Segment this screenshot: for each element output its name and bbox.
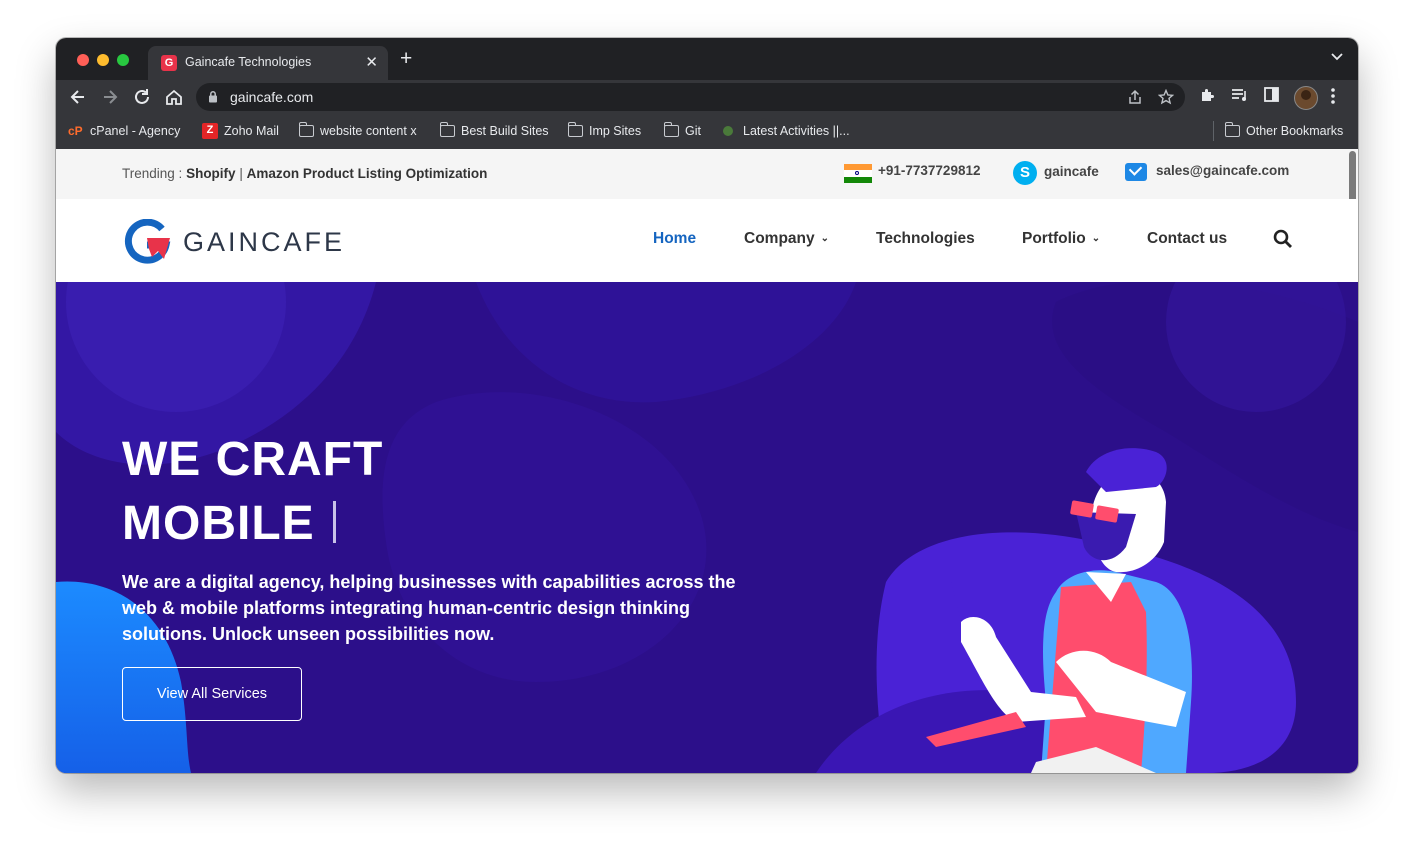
phone-contact[interactable]: +91-7737729812 xyxy=(844,163,981,183)
bookmark-label: website content x xyxy=(320,124,417,138)
main-navigation: GAINCAFE Home Company ⌄ Technologies Port… xyxy=(56,199,1358,282)
top-info-bar: Trending : Shopify | Amazon Product List… xyxy=(56,149,1358,203)
bookmark-label: Git xyxy=(685,124,701,138)
bookmarks-bar: cP cPanel - Agency Z Zoho Mail website c… xyxy=(56,114,1358,150)
folder-icon xyxy=(663,122,679,137)
tab-title: Gaincafe Technologies xyxy=(185,55,312,69)
folder-icon xyxy=(439,122,455,137)
profile-avatar[interactable] xyxy=(1294,86,1318,110)
more-menu-icon[interactable] xyxy=(1330,87,1336,105)
hero-heading-line-2: MOBILE xyxy=(122,496,336,551)
url-text: gaincafe.com xyxy=(230,89,314,105)
minimize-window-button[interactable] xyxy=(97,54,109,66)
media-queue-icon[interactable] xyxy=(1231,87,1249,103)
trending-line: Trending : Shopify | Amazon Product List… xyxy=(122,166,487,181)
bookmark-folder-imp-sites[interactable]: Imp Sites xyxy=(567,122,642,139)
mail-icon xyxy=(1125,163,1147,181)
tab-bar: G Gaincafe Technologies ✕ + xyxy=(56,38,1358,80)
star-bookmark-icon[interactable] xyxy=(1158,89,1174,105)
email-address: sales@gaincafe.com xyxy=(1156,162,1290,178)
other-bookmarks[interactable]: Other Bookmarks xyxy=(1224,122,1344,139)
bookmark-label: Best Build Sites xyxy=(461,124,549,138)
bookmark-label: Imp Sites xyxy=(589,124,642,138)
new-tab-button[interactable]: + xyxy=(400,48,412,69)
bookmark-folder-website-content[interactable]: website content x xyxy=(298,122,417,139)
home-icon[interactable] xyxy=(164,87,184,107)
nav-company[interactable]: Company ⌄ xyxy=(744,230,829,248)
bookmark-folder-git[interactable]: Git xyxy=(663,122,701,139)
trending-link-shopify[interactable]: Shopify xyxy=(186,166,236,181)
tab-search-chevron-icon[interactable] xyxy=(1330,52,1344,62)
close-window-button[interactable] xyxy=(77,54,89,66)
trending-label: Trending : xyxy=(122,166,183,181)
site-icon xyxy=(721,124,737,138)
folder-icon xyxy=(298,122,314,137)
hero-heading-line-1: WE CRAFT xyxy=(122,433,384,486)
typing-cursor xyxy=(332,501,336,543)
trending-separator: | xyxy=(239,166,243,181)
cpanel-icon: cP xyxy=(68,124,83,138)
tab-close-icon[interactable]: ✕ xyxy=(365,53,378,71)
nav-company-label: Company xyxy=(744,230,815,247)
share-icon[interactable] xyxy=(1128,89,1142,105)
folder-icon xyxy=(567,122,583,137)
gaincafe-logo[interactable]: GAINCAFE xyxy=(122,219,345,265)
nav-technologies[interactable]: Technologies xyxy=(876,230,975,248)
gaincafe-favicon-icon: G xyxy=(161,55,177,71)
bookmark-zoho-mail[interactable]: Z Zoho Mail xyxy=(202,123,279,139)
bookmark-label: Latest Activities ||... xyxy=(743,124,850,138)
back-arrow-icon[interactable] xyxy=(68,87,88,107)
skype-icon: S xyxy=(1013,161,1037,185)
browser-toolbar: gaincafe.com xyxy=(56,80,1358,114)
email-contact[interactable]: sales@gaincafe.com xyxy=(1125,163,1289,181)
bookmarks-divider xyxy=(1213,121,1214,141)
bookmark-cpanel[interactable]: cP cPanel - Agency xyxy=(68,123,180,139)
logo-wordmark: GAINCAFE xyxy=(183,226,346,257)
bookmark-latest-activities[interactable]: Latest Activities ||... xyxy=(721,123,850,139)
chevron-down-icon: ⌄ xyxy=(1091,233,1101,244)
phone-number: +91-7737729812 xyxy=(878,163,981,178)
skype-contact[interactable]: S gaincafe xyxy=(1013,161,1099,185)
page-scrollbar[interactable] xyxy=(1349,151,1356,203)
trending-link-amazon[interactable]: Amazon Product Listing Optimization xyxy=(247,166,488,181)
lock-icon[interactable] xyxy=(208,90,218,103)
search-icon[interactable] xyxy=(1273,229,1293,249)
side-panel-icon[interactable] xyxy=(1264,87,1279,102)
skype-id: gaincafe xyxy=(1044,163,1099,179)
zoho-icon: Z xyxy=(202,123,218,139)
forward-arrow-icon[interactable] xyxy=(100,87,120,107)
browser-tab[interactable]: G Gaincafe Technologies ✕ xyxy=(148,46,388,80)
folder-icon xyxy=(1224,122,1240,137)
bookmark-folder-best-build-sites[interactable]: Best Build Sites xyxy=(439,122,549,139)
address-bar[interactable]: gaincafe.com xyxy=(196,83,1185,111)
bookmark-label: cPanel - Agency xyxy=(90,124,181,138)
view-all-services-button[interactable]: View All Services xyxy=(122,667,302,721)
chevron-down-icon: ⌄ xyxy=(820,233,830,244)
gaincafe-logo-icon xyxy=(124,219,171,264)
nav-portfolio[interactable]: Portfolio ⌄ xyxy=(1022,230,1100,248)
reload-icon[interactable] xyxy=(132,87,152,107)
web-page: Trending : Shopify | Amazon Product List… xyxy=(56,149,1358,773)
india-flag-icon xyxy=(844,164,872,183)
maximize-window-button[interactable] xyxy=(117,54,129,66)
hero-description: We are a digital agency, helping busines… xyxy=(122,572,736,644)
browser-window: G Gaincafe Technologies ✕ + gaincafe.com… xyxy=(56,38,1358,773)
nav-portfolio-label: Portfolio xyxy=(1022,230,1086,247)
hero-heading-word: MOBILE xyxy=(122,497,315,550)
bookmark-label: Zoho Mail xyxy=(224,124,279,138)
nav-contact-us[interactable]: Contact us xyxy=(1147,230,1227,248)
other-bookmarks-label: Other Bookmarks xyxy=(1246,124,1344,138)
hero-section: WE CRAFT MOBILE We are a digital agency,… xyxy=(56,282,1358,773)
nav-home[interactable]: Home xyxy=(653,230,696,248)
extensions-puzzle-icon[interactable] xyxy=(1199,87,1216,104)
